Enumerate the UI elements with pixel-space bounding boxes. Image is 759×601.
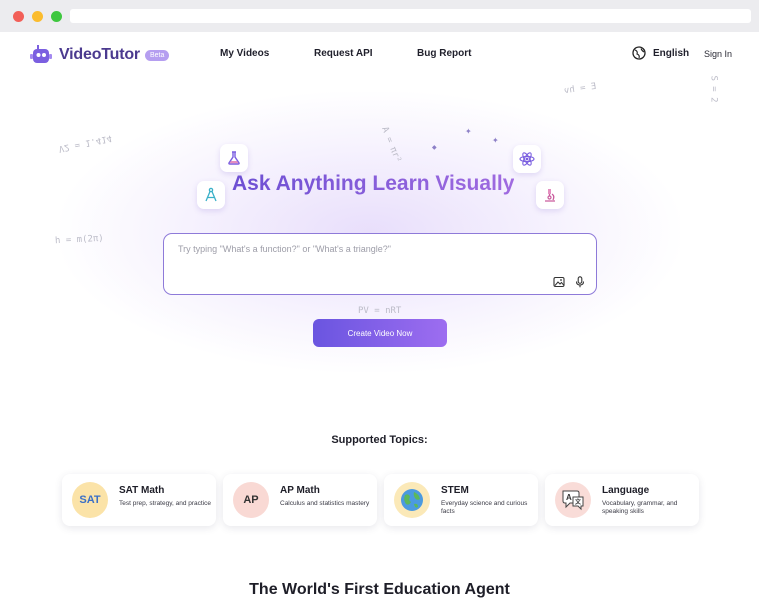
browser-chrome [0, 0, 759, 32]
nav-my-videos[interactable]: My Videos [220, 48, 269, 59]
beta-badge: Beta [144, 49, 170, 61]
topic-desc: Everyday science and curious facts [441, 500, 528, 515]
topic-desc: Test prep, strategy, and practice [119, 500, 212, 507]
flask-badge [220, 144, 248, 172]
topic-card-stem[interactable]: STEM Everyday science and curious facts [384, 474, 538, 526]
microscope-badge [536, 181, 564, 209]
compass-badge [197, 181, 225, 209]
hero-title: Ask Anything Learn Visually [232, 172, 515, 195]
bg-formula: S = 2 [708, 75, 719, 103]
section-heading: The World's First Education Agent [249, 581, 510, 598]
close-window-button[interactable] [13, 11, 24, 22]
sparkle-icon: ✦ [465, 127, 472, 136]
language-label: English [653, 47, 690, 59]
nav-bug-report[interactable]: Bug Report [417, 48, 471, 59]
topic-title: STEM [441, 485, 469, 496]
topics-heading: Supported Topics: [331, 434, 428, 446]
topic-card-language[interactable]: A 文 Language Vocabulary, grammar, and sp… [545, 474, 699, 526]
sparkle-icon: ✦ [492, 136, 499, 145]
address-bar[interactable] [70, 9, 751, 23]
topic-card-sat-math[interactable]: SAT SAT Math Test prep, strategy, and pr… [62, 474, 216, 526]
compass-icon [205, 187, 217, 202]
topic-desc: Calculus and statistics mastery [280, 500, 370, 507]
globe-icon [394, 482, 430, 518]
atom-icon [519, 152, 535, 166]
maximize-window-button[interactable] [51, 11, 62, 22]
topic-title: SAT Math [119, 485, 165, 496]
prompt-box [163, 233, 597, 295]
topic-title: Language [602, 485, 650, 496]
create-video-button[interactable]: Create Video Now [313, 319, 447, 347]
topic-card-ap-math[interactable]: AP AP Math Calculus and statistics maste… [223, 474, 377, 526]
minimize-window-button[interactable] [32, 11, 43, 22]
svg-text:文: 文 [574, 498, 582, 506]
language-selector[interactable]: English [632, 46, 689, 60]
image-upload-icon[interactable] [553, 276, 565, 288]
robot-mascot-icon [30, 45, 52, 63]
bg-formula: PV = nRT [358, 306, 402, 316]
svg-text:A: A [566, 493, 572, 502]
prompt-input[interactable] [178, 242, 578, 256]
microphone-icon[interactable] [574, 276, 586, 288]
page: V2 = 1.414 A = πr² E = hν h = m(2π) PV =… [0, 32, 759, 601]
atom-badge [513, 145, 541, 173]
sparkle-icon: ◆ [432, 145, 437, 151]
flask-icon [228, 151, 240, 165]
topic-desc: Vocabulary, grammar, and speaking skills [602, 500, 678, 515]
sign-in-link[interactable]: Sign In [704, 49, 732, 59]
translate-icon: A 文 [555, 482, 591, 518]
topic-title: AP Math [280, 485, 320, 496]
nav-request-api[interactable]: Request API [314, 48, 373, 59]
sat-icon: SAT [72, 482, 108, 518]
microscope-icon [545, 189, 555, 202]
brand-name: VideoTutor [59, 46, 140, 63]
globe-icon [632, 46, 646, 60]
ap-icon: AP [233, 482, 269, 518]
brand-logo[interactable]: VideoTutor Beta [30, 44, 170, 66]
